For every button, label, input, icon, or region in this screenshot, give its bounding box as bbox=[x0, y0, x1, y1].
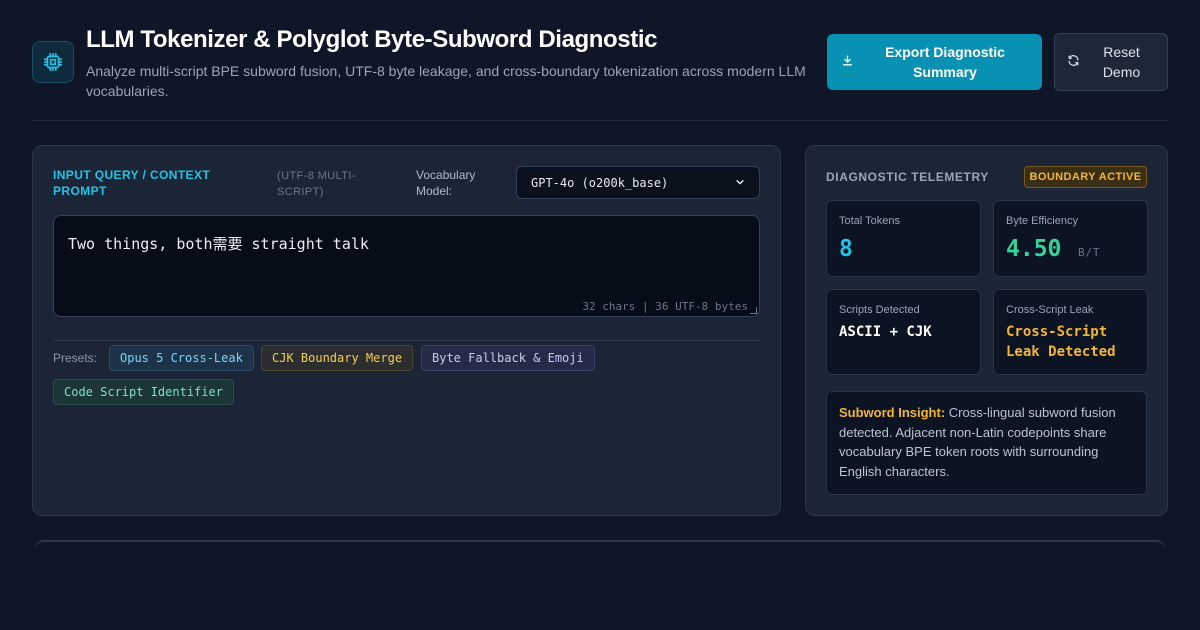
lower-panel bbox=[34, 540, 1166, 580]
refresh-icon bbox=[1067, 54, 1080, 70]
reset-button-label: Reset Demo bbox=[1102, 44, 1141, 80]
preset-byte-fallback-emoji[interactable]: Byte Fallback & Emoji bbox=[421, 345, 595, 371]
telemetry-title: DIAGNOSTIC TELEMETRY bbox=[826, 170, 989, 184]
divider bbox=[53, 340, 760, 341]
byte-efficiency-value: 4.50 bbox=[1006, 236, 1062, 262]
insight-title: Subword Insight: bbox=[839, 405, 946, 420]
preset-code-script-identifier[interactable]: Code Script Identifier bbox=[53, 379, 234, 405]
export-diagnostic-button[interactable]: Export Diagnostic Summary bbox=[827, 34, 1042, 90]
total-tokens-card: Total Tokens 8 bbox=[826, 200, 981, 277]
prompt-textarea[interactable]: Two things, both需要 straight talk 32 char… bbox=[53, 215, 760, 317]
total-tokens-label: Total Tokens bbox=[839, 215, 900, 227]
scripts-detected-card: Scripts Detected ASCII + CJK bbox=[826, 289, 981, 375]
preset-cjk-boundary-merge[interactable]: CJK Boundary Merge bbox=[261, 345, 414, 371]
vocabulary-model-label: Vocabulary Model: bbox=[416, 168, 476, 198]
cpu-chip-icon bbox=[32, 41, 74, 83]
total-tokens-value: 8 bbox=[839, 236, 853, 262]
subword-insight: Subword Insight: Cross-lingual subword f… bbox=[826, 391, 1147, 495]
scripts-detected-label: Scripts Detected bbox=[839, 304, 920, 316]
vocabulary-selected-value: GPT-4o (o200k_base) bbox=[531, 175, 669, 190]
chevron-down-icon bbox=[735, 176, 745, 190]
status-badge: BOUNDARY ACTIVE bbox=[1024, 166, 1147, 188]
input-panel: INPUT QUERY / CONTEXT PROMPT (UTF-8 MULT… bbox=[32, 145, 781, 516]
download-icon bbox=[841, 54, 854, 70]
byte-efficiency-card: Byte Efficiency 4.50 B/T bbox=[993, 200, 1148, 277]
byte-efficiency-unit: B/T bbox=[1078, 246, 1101, 259]
telemetry-panel: DIAGNOSTIC TELEMETRY BOUNDARY ACTIVE Tot… bbox=[805, 145, 1168, 516]
presets-label: Presets: bbox=[53, 351, 98, 365]
cross-script-leak-card: Cross-Script Leak Cross-Script Leak Dete… bbox=[993, 289, 1148, 375]
resize-handle[interactable] bbox=[750, 307, 757, 314]
scripts-detected-value: ASCII + CJK bbox=[839, 324, 932, 340]
preset-opus-cross-leak[interactable]: Opus 5 Cross-Leak bbox=[109, 345, 254, 371]
page-subtitle: Analyze multi-script BPE subword fusion,… bbox=[86, 63, 806, 99]
vocabulary-model-select[interactable]: GPT-4o (o200k_base) bbox=[516, 166, 760, 199]
reset-demo-button[interactable]: Reset Demo bbox=[1054, 33, 1168, 91]
export-button-label: Export Diagnostic Summary bbox=[885, 44, 1005, 80]
prompt-text: Two things, both需要 straight talk bbox=[68, 235, 369, 253]
byte-efficiency-label: Byte Efficiency bbox=[1006, 215, 1078, 227]
input-label: INPUT QUERY / CONTEXT PROMPT bbox=[53, 168, 211, 198]
cross-script-leak-label: Cross-Script Leak bbox=[1006, 304, 1094, 316]
page-title: LLM Tokenizer & Polyglot Byte-Subword Di… bbox=[86, 26, 658, 53]
char-byte-counter: 32 chars | 36 UTF-8 bytes bbox=[582, 300, 748, 313]
header: LLM Tokenizer & Polyglot Byte-Subword Di… bbox=[32, 24, 1168, 121]
input-sublabel: (UTF-8 MULTI-SCRIPT) bbox=[277, 170, 356, 198]
cross-script-leak-value: Cross-Script Leak Detected bbox=[1006, 324, 1116, 360]
